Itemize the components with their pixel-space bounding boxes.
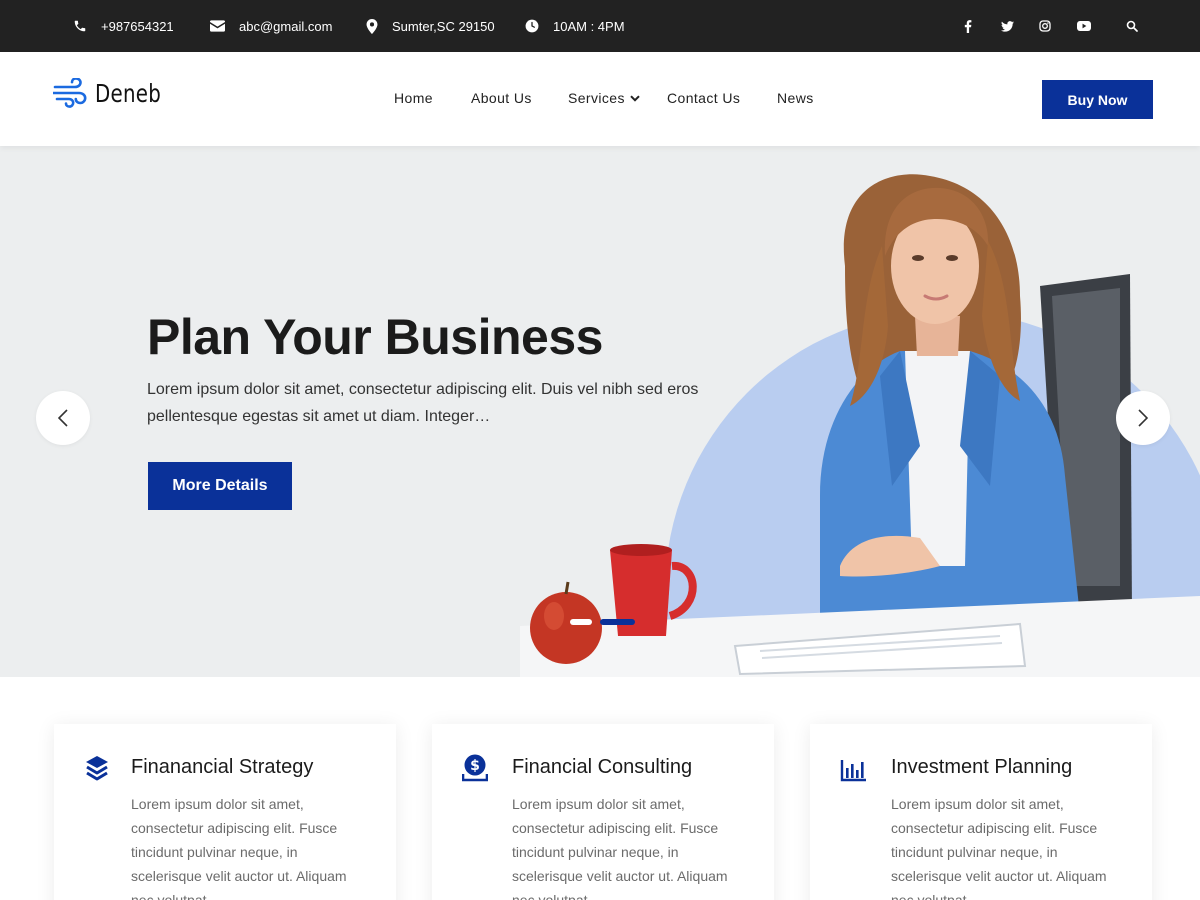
hours-text: 10AM : 4PM — [553, 18, 625, 34]
youtube-icon[interactable] — [1074, 0, 1094, 52]
svg-text:$: $ — [470, 758, 480, 774]
logo-text: Deneb — [95, 78, 162, 108]
search-icon[interactable] — [1122, 0, 1142, 52]
clock-icon — [525, 19, 539, 33]
layers-icon — [86, 756, 108, 781]
email-address: abc@gmail.com — [239, 18, 333, 34]
phone-number: +987654321 — [101, 18, 174, 34]
card-title: Investment Planning — [891, 756, 1073, 778]
address-text: Sumter,SC 29150 — [392, 18, 495, 34]
facebook-icon[interactable] — [958, 0, 978, 52]
instagram-icon[interactable] — [1035, 0, 1055, 52]
nav-news[interactable]: News — [777, 90, 814, 106]
hours-contact: 10AM : 4PM — [525, 0, 625, 52]
site-header: Deneb Home About Us Services Contact Us … — [0, 52, 1200, 146]
chevron-left-icon — [58, 409, 68, 427]
nav-about-us[interactable]: About Us — [471, 90, 532, 106]
logo-icon — [53, 78, 87, 108]
features-section: Finanancial Strategy Lorem ipsum dolor s… — [0, 677, 1200, 900]
feature-card-strategy: Finanancial Strategy Lorem ipsum dolor s… — [54, 724, 396, 900]
card-text: Lorem ipsum dolor sit amet, consectetur … — [891, 796, 1107, 900]
card-title: Financial Consulting — [512, 756, 693, 778]
envelope-icon — [210, 20, 225, 32]
top-bar: +987654321 abc@gmail.com Sumter,SC 29150… — [0, 0, 1200, 52]
bar-chart-icon — [840, 760, 866, 782]
hero-slider: Plan Your Business Lorem ipsum dolor sit… — [0, 146, 1200, 677]
nav-services-label: Services — [568, 90, 625, 106]
buy-now-button[interactable]: Buy Now — [1042, 80, 1153, 119]
feature-card-consulting: $ Financial Consulting Lorem ipsum dolor… — [432, 724, 774, 900]
hero-description: Lorem ipsum dolor sit amet, consectetur … — [147, 381, 699, 425]
more-details-button[interactable]: More Details — [148, 462, 292, 510]
logo[interactable]: Deneb — [53, 78, 170, 108]
chevron-right-icon — [1138, 409, 1148, 427]
slider-dot-1[interactable] — [570, 619, 592, 625]
card-title: Finanancial Strategy — [131, 756, 314, 778]
phone-icon — [74, 20, 86, 32]
feature-card-investment: Investment Planning Lorem ipsum dolor si… — [810, 724, 1152, 900]
dollar-coin-icon: $ — [462, 754, 488, 782]
slider-prev-button[interactable] — [36, 391, 90, 445]
email-contact[interactable]: abc@gmail.com — [210, 0, 332, 52]
map-pin-icon — [366, 18, 378, 34]
slider-dot-2-active[interactable] — [600, 619, 635, 625]
nav-contact-us[interactable]: Contact Us — [667, 90, 740, 106]
slider-next-button[interactable] — [1116, 391, 1170, 445]
twitter-icon[interactable] — [997, 0, 1017, 52]
card-text: Lorem ipsum dolor sit amet, consectetur … — [131, 796, 347, 900]
phone-contact[interactable]: +987654321 — [73, 0, 174, 52]
address-contact: Sumter,SC 29150 — [366, 0, 495, 52]
nav-home[interactable]: Home — [394, 90, 433, 106]
hero-title: Plan Your Business — [147, 309, 603, 365]
card-text: Lorem ipsum dolor sit amet, consectetur … — [512, 796, 728, 900]
chevron-down-icon — [630, 94, 640, 102]
nav-services[interactable]: Services — [568, 90, 640, 106]
